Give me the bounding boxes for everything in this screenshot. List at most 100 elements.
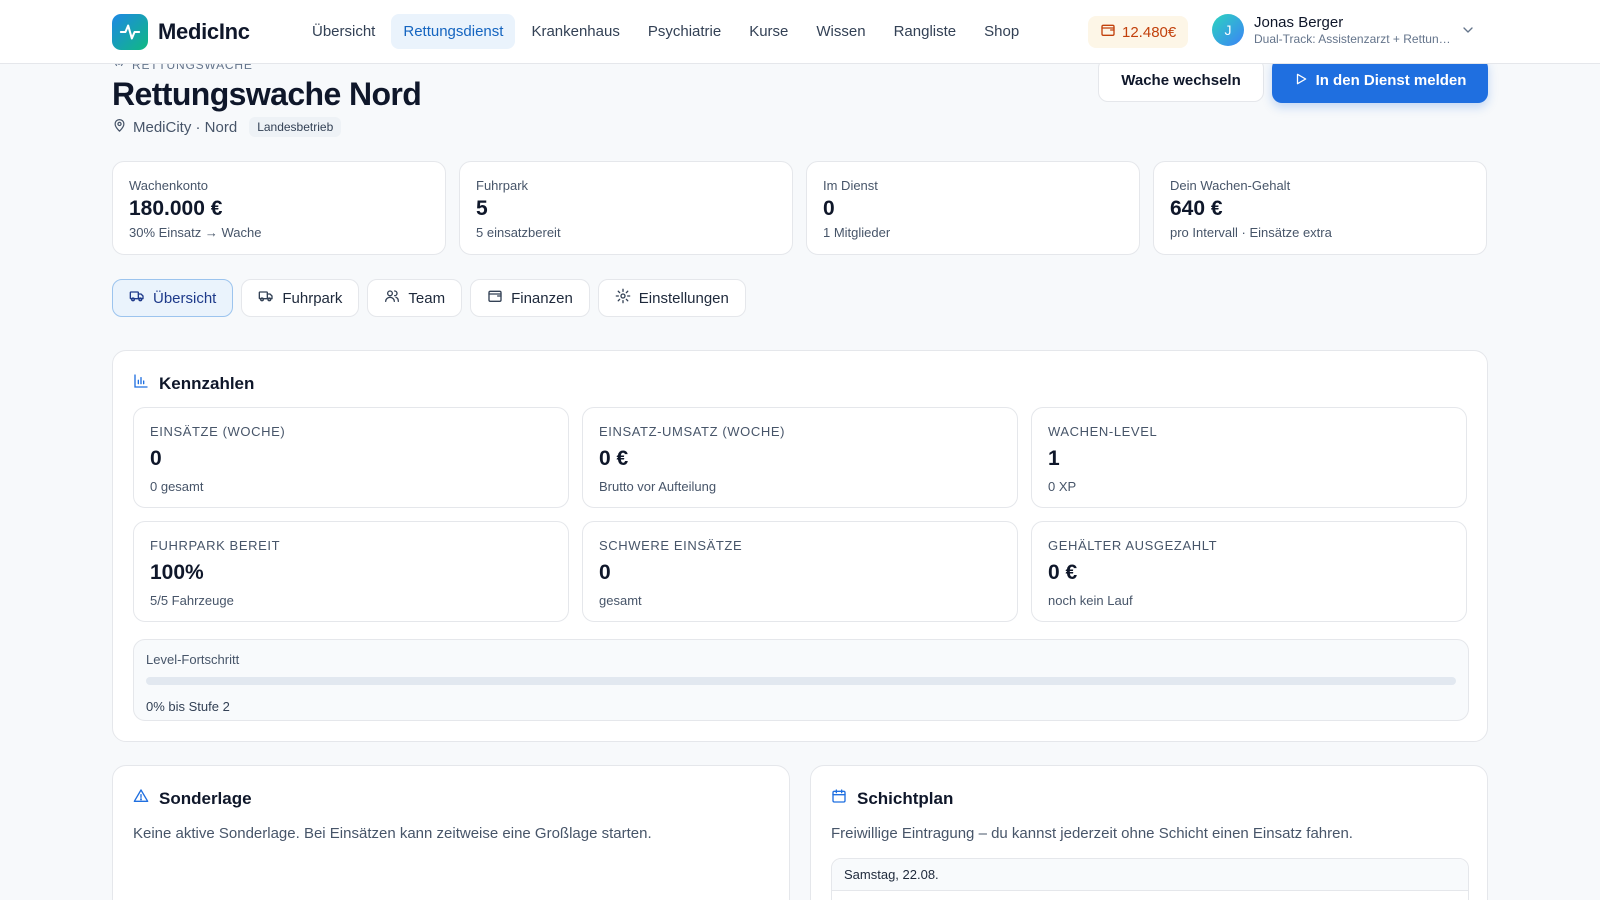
location-text: MediCity · Nord [133, 118, 238, 136]
tab-label: Einstellungen [638, 289, 729, 307]
wallet-amount: 12.480€ [1122, 23, 1177, 41]
station-tabs: Übersicht Fuhrpark Team Finanzen Einstel… [112, 279, 746, 317]
tab-fuhrpark[interactable]: Fuhrpark [241, 279, 360, 317]
truck-icon [129, 288, 145, 308]
warning-icon [133, 788, 149, 809]
kpi-label: Schwere Einsätze [599, 538, 743, 553]
stat-sub: 30% Einsatz → Wache [129, 225, 262, 240]
nav-item-rettungsdienst[interactable]: Rettungsdienst [391, 14, 516, 49]
report-for-duty-button[interactable]: In den Dienst melden [1272, 58, 1488, 103]
kpi-card-einsaetze-woche: Einsätze (Woche) 0 0 gesamt [133, 407, 569, 508]
map-pin-icon [112, 118, 127, 137]
tab-einstellungen[interactable]: Einstellungen [597, 279, 746, 317]
nav-item-psychiatrie[interactable]: Psychiatrie [636, 14, 733, 49]
tab-team[interactable]: Team [367, 279, 463, 317]
user-menu[interactable]: J Jonas Berger Dual-Track: Assistenzarzt… [1212, 14, 1454, 46]
stat-card-wachen-gehalt: Dein Wachen-Gehalt 640 € pro Intervall ·… [1153, 161, 1487, 255]
kpi-label: Einsatz-Umsatz (Woche) [599, 424, 786, 439]
kpi-card-wachen-level: Wachen-Level 1 0 XP [1031, 407, 1467, 508]
nav-item-uebersicht[interactable]: Übersicht [300, 14, 387, 49]
nav-item-shop[interactable]: Shop [972, 14, 1031, 49]
stat-card-wachenkonto: Wachenkonto 180.000 € 30% Einsatz → Wach… [112, 161, 446, 255]
kpi-card-einsatz-umsatz: Einsatz-Umsatz (Woche) 0 € Brutto vor Au… [582, 407, 1018, 508]
calendar-icon [831, 788, 847, 809]
kpi-value: 1 [1048, 447, 1060, 470]
stat-sub: 5 einsatzbereit [476, 225, 561, 240]
avatar: J [1212, 14, 1244, 46]
nav-item-rangliste[interactable]: Rangliste [882, 14, 969, 49]
switch-station-button[interactable]: Wache wechseln [1098, 58, 1264, 102]
schichtplan-text: Freiwillige Eintragung – du kannst jeder… [831, 825, 1353, 842]
kpi-value: 0 € [599, 447, 629, 470]
play-icon [1294, 72, 1308, 90]
schedule-day-header: Samstag, 22.08. [832, 859, 1468, 891]
schichtplan-panel: Schichtplan Freiwillige Eintragung – du … [810, 765, 1488, 900]
stat-value: 640 € [1170, 197, 1223, 220]
bar-chart-icon [133, 373, 149, 394]
kpi-card-schwere-einsaetze: Schwere Einsätze 0 gesamt [582, 521, 1018, 622]
top-navigation-bar: MedicInc Übersicht Rettungsdienst Kranke… [0, 0, 1600, 64]
sonderlage-title: Sonderlage [159, 788, 252, 808]
user-name: Jonas Berger [1254, 14, 1344, 31]
level-progress: Level-Fortschritt 0% bis Stufe 2 [133, 639, 1469, 721]
stat-value: 5 [476, 197, 488, 220]
nav-item-krankenhaus[interactable]: Krankenhaus [519, 14, 631, 49]
stat-card-im-dienst: Im Dienst 0 1 Mitglieder [806, 161, 1140, 255]
stat-value: 0 [823, 197, 835, 220]
kpi-value: 0 [599, 561, 611, 584]
kpi-label: Wachen-Level [1048, 424, 1158, 439]
nav-item-kurse[interactable]: Kurse [737, 14, 800, 49]
kpi-label: Gehälter ausgezahlt [1048, 538, 1218, 553]
tab-label: Team [408, 289, 446, 307]
tab-finanzen[interactable]: Finanzen [470, 279, 590, 317]
station-stats: Wachenkonto 180.000 € 30% Einsatz → Wach… [112, 161, 1487, 255]
kpi-card-fuhrpark-bereit: Fuhrpark bereit 100% 5/5 Fahrzeuge [133, 521, 569, 622]
chevron-down-icon[interactable] [1460, 22, 1476, 43]
stat-value: 180.000 € [129, 197, 223, 220]
users-icon [384, 288, 400, 308]
progress-track [146, 677, 1456, 685]
user-subtitle: Dual-Track: Assistenzarzt + Rettung... [1254, 32, 1454, 46]
stat-sub: pro Intervall · Einsätze extra [1170, 225, 1332, 240]
stat-card-fuhrpark: Fuhrpark 5 5 einsatzbereit [459, 161, 793, 255]
gear-icon [615, 288, 631, 308]
sonderlage-text: Keine aktive Sonderlage. Bei Einsätzen k… [133, 825, 652, 842]
tab-uebersicht[interactable]: Übersicht [112, 279, 234, 317]
schedule-day: Samstag, 22.08. [831, 858, 1469, 900]
kpi-card-gehaelter: Gehälter ausgezahlt 0 € noch kein Lauf [1031, 521, 1467, 622]
tab-label: Finanzen [511, 289, 573, 307]
kennzahlen-title: Kennzahlen [159, 373, 255, 393]
kpi-sub: gesamt [599, 593, 642, 608]
kpi-label: Einsätze (Woche) [150, 424, 286, 439]
wallet-balance[interactable]: 12.480€ [1088, 16, 1189, 48]
kennzahlen-grid: Einsätze (Woche) 0 0 gesamt Einsatz-Umsa… [133, 407, 1467, 622]
stat-label: Wachenkonto [129, 178, 209, 193]
sonderlage-panel: Sonderlage Keine aktive Sonderlage. Bei … [112, 765, 790, 900]
tab-label: Fuhrpark [282, 289, 343, 307]
wallet-icon [1100, 22, 1116, 42]
brand-name: MedicInc [158, 19, 250, 44]
kpi-value: 100% [150, 561, 204, 584]
nav-item-wissen[interactable]: Wissen [804, 14, 877, 49]
page-title: Rettungswache Nord [112, 76, 422, 112]
tab-label: Übersicht [153, 289, 217, 307]
brand-logo[interactable]: MedicInc [112, 14, 250, 50]
kpi-value: 0 € [1048, 561, 1078, 584]
kennzahlen-heading: Kennzahlen [133, 373, 254, 394]
kpi-sub: 0 gesamt [150, 479, 204, 494]
sonderlage-heading: Sonderlage [133, 788, 252, 809]
kpi-sub: Brutto vor Aufteilung [599, 479, 717, 494]
wallet-icon [487, 288, 503, 308]
kpi-sub: 5/5 Fahrzeuge [150, 593, 234, 608]
kpi-value: 0 [150, 447, 162, 470]
kennzahlen-panel: Kennzahlen Einsätze (Woche) 0 0 gesamt E… [112, 350, 1488, 742]
pulse-icon [112, 14, 148, 50]
kpi-sub: 0 XP [1048, 479, 1077, 494]
truck-icon [258, 288, 274, 308]
schichtplan-heading: Schichtplan [831, 788, 953, 809]
stat-label: Fuhrpark [476, 178, 529, 193]
main-nav: Übersicht Rettungsdienst Krankenhaus Psy… [300, 14, 1031, 49]
stat-sub: 1 Mitglieder [823, 225, 891, 240]
station-location: MediCity · Nord Landesbetrieb [112, 117, 342, 137]
operator-badge: Landesbetrieb [249, 117, 342, 137]
